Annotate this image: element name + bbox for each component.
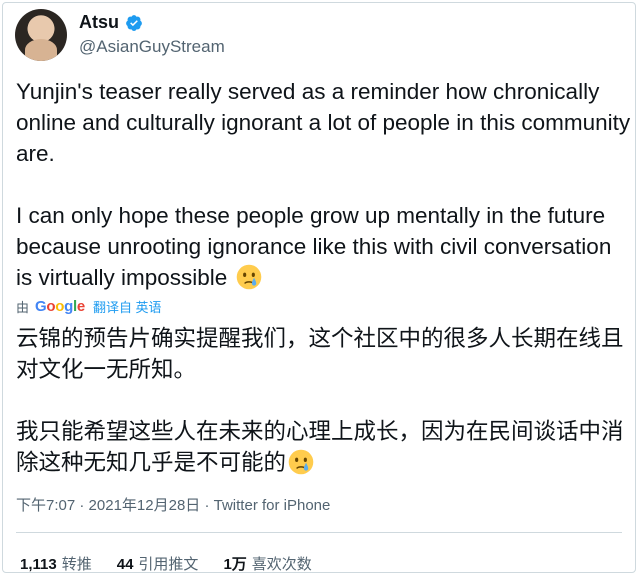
tweet-source[interactable]: Twitter for iPhone: [214, 497, 331, 514]
tweet-meta: 下午7:07 · 2021年12月28日 · Twitter for iPhon…: [16, 494, 330, 515]
quote-tweets-stat[interactable]: 44 引用推文: [117, 553, 199, 574]
tweet-paragraph-2-text: I can only hope these people grow up men…: [16, 203, 612, 290]
translation-by-label: 由: [16, 299, 30, 315]
translation-attribution: 由 Google 翻译自 英语: [16, 296, 162, 316]
likes-label: 喜欢次数: [251, 556, 312, 573]
avatar-face: [25, 39, 57, 61]
divider: [16, 532, 622, 533]
quote-tweets-count: 44: [116, 556, 134, 573]
retweets-label: 转推: [61, 556, 92, 573]
crying-face-icon: [236, 264, 261, 290]
translated-paragraph-2-text: 我只能希望这些人在未来的心理上成长，因为在民间谈话中消除这种无知几乎是不可能的: [16, 419, 624, 475]
translated-paragraph-2: 我只能希望这些人在未来的心理上成长，因为在民间谈话中消除这种无知几乎是不可能的: [16, 416, 631, 478]
author-name[interactable]: Atsu: [79, 12, 119, 33]
google-logo: Google: [35, 297, 85, 315]
translated-body: 云锦的预告片确实提醒我们，这个社区中的很多人长期在线且对文化一无所知。 我只能希…: [16, 323, 631, 478]
author-name-row: Atsu: [79, 12, 143, 33]
translated-from-link[interactable]: 翻译自 英语: [93, 297, 162, 316]
tweet-date[interactable]: 2021年12月28日: [89, 497, 201, 514]
tweet-header: Atsu @AsianGuyStream: [15, 9, 615, 61]
tweet-card: Atsu @AsianGuyStream Yunjin's teaser rea…: [2, 2, 636, 573]
retweets-count: 1,113: [20, 556, 57, 573]
retweets-stat[interactable]: 1,113 转推: [20, 553, 92, 574]
quote-tweets-label: 引用推文: [138, 556, 199, 573]
tweet-body: Yunjin's teaser really served as a remin…: [16, 76, 631, 293]
meta-separator: ·: [200, 497, 214, 514]
avatar[interactable]: [15, 9, 67, 61]
likes-stat[interactable]: 1万 喜欢次数: [223, 553, 311, 574]
tweet-paragraph-2: I can only hope these people grow up men…: [16, 200, 631, 293]
verified-badge-icon: [126, 14, 142, 31]
tweet-paragraph-1: Yunjin's teaser really served as a remin…: [16, 79, 631, 166]
meta-separator: ·: [75, 497, 89, 514]
tweet-stats: 1,113 转推 44 引用推文 1万 喜欢次数: [20, 553, 337, 574]
translated-paragraph-1: 云锦的预告片确实提醒我们，这个社区中的很多人长期在线且对文化一无所知。: [16, 326, 624, 382]
author-handle[interactable]: @AsianGuyStream: [79, 37, 225, 57]
tweet-time[interactable]: 下午7:07: [16, 497, 75, 514]
crying-face-icon: [288, 449, 314, 475]
likes-count: 1万: [223, 556, 247, 573]
